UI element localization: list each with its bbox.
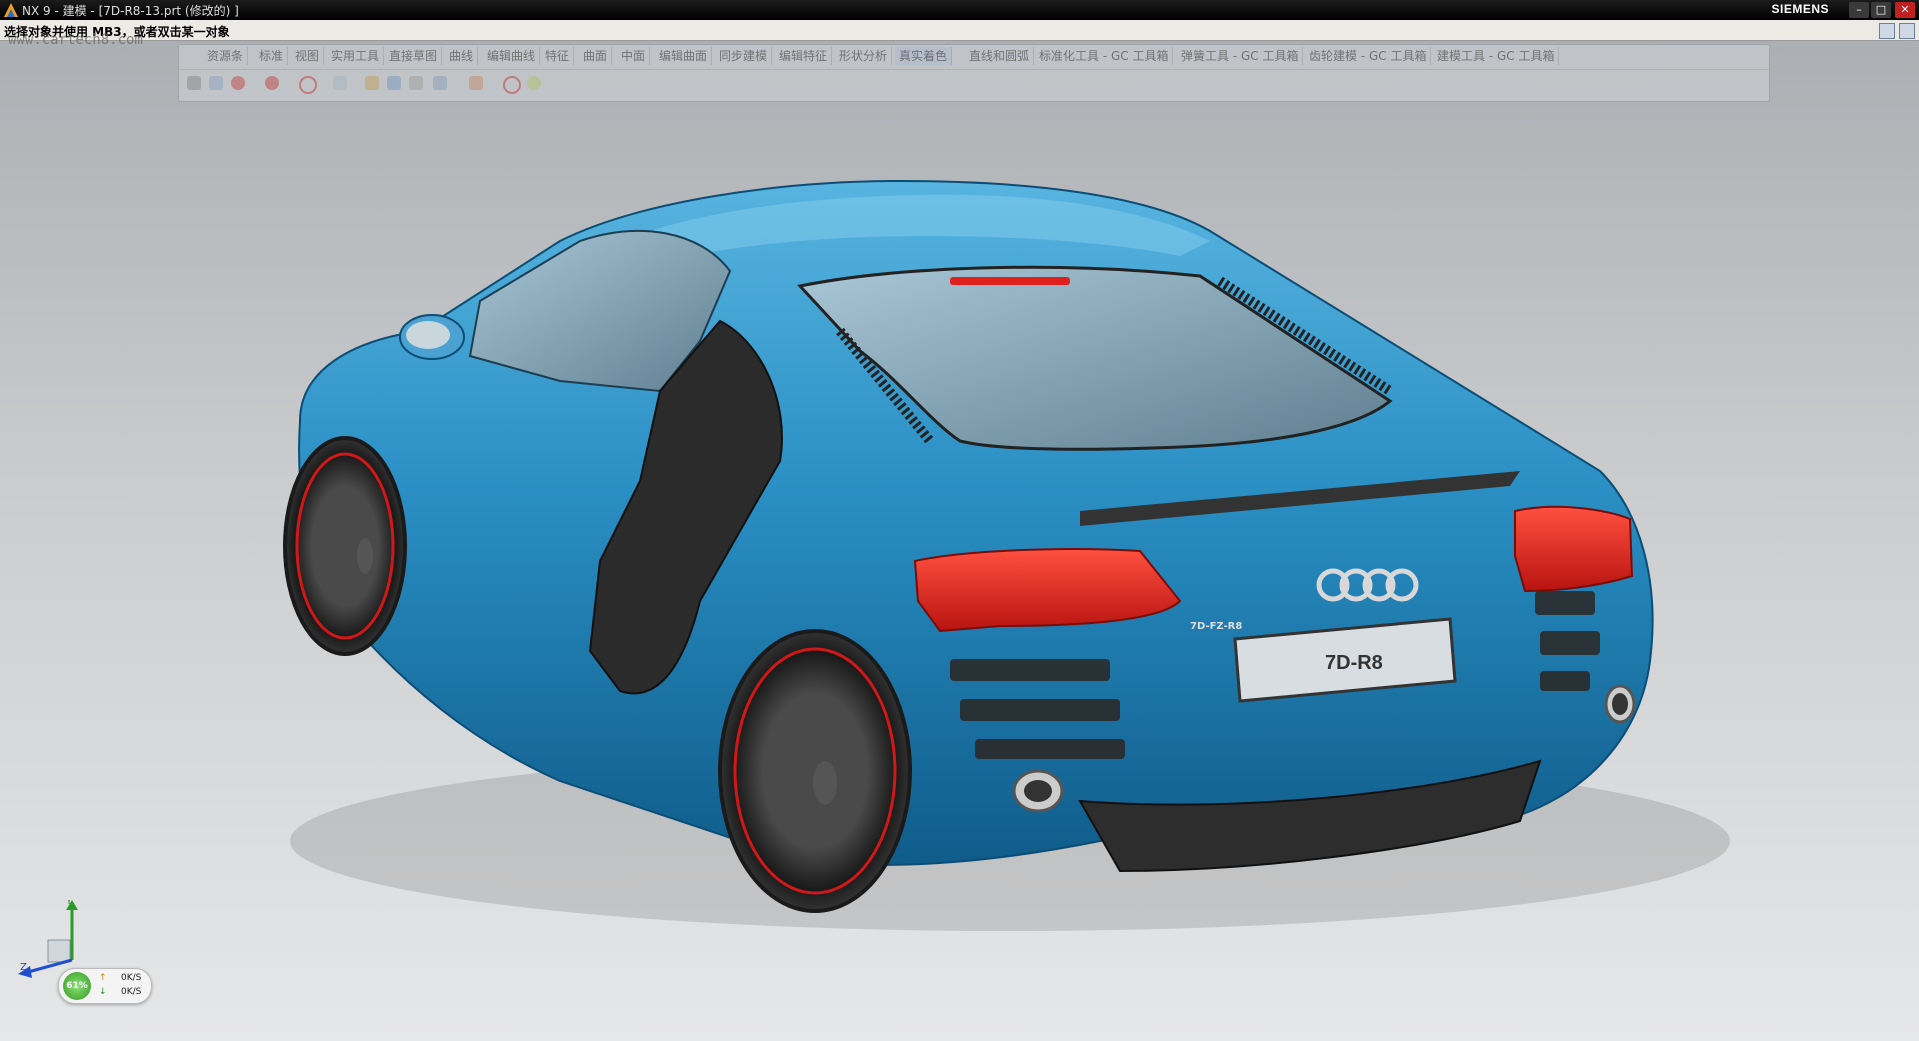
tab-feature[interactable]: 特征 xyxy=(541,47,575,65)
ribbon-toolbar: 资源条 标准 视图 实用工具 直接草图 曲线 编辑曲线 特征 曲面 中面 编辑曲… xyxy=(178,44,1770,102)
upload-rate: 0K/S xyxy=(121,973,142,983)
graphics-viewport[interactable]: 7D-FZ-R8 7D-R8 xyxy=(0,41,1919,1041)
edit-icon[interactable] xyxy=(365,76,379,90)
texture-icon[interactable] xyxy=(469,76,483,90)
tab-curve[interactable]: 曲线 xyxy=(445,47,479,65)
network-monitor: 61% ↑ ↓ 0K/S 0K/S xyxy=(58,968,152,1004)
tab-shape-analysis[interactable]: 形状分析 xyxy=(835,47,893,65)
tab-spring-tools[interactable]: 弹簧工具 - GC 工具箱 xyxy=(1177,47,1304,65)
window-title: NX 9 - 建模 - [7D-R8-13.prt (修改的) ] xyxy=(22,4,239,18)
panel-toggle-icon[interactable] xyxy=(1879,23,1895,39)
minimize-button[interactable]: – xyxy=(1849,2,1869,18)
gear-icon[interactable] xyxy=(187,76,201,90)
window-titlebar: NX 9 - 建模 - [7D-R8-13.prt (修改的) ] SIEMEN… xyxy=(0,0,1919,20)
tab-edit-feature[interactable]: 编辑特征 xyxy=(775,47,833,65)
rear-wheel xyxy=(718,629,912,913)
tab-surface[interactable]: 曲面 xyxy=(579,47,613,65)
nx-app-icon xyxy=(4,3,18,17)
ribbon-tabs: 资源条 标准 视图 实用工具 直接草图 曲线 编辑曲线 特征 曲面 中面 编辑曲… xyxy=(179,45,1769,67)
preview-icon[interactable] xyxy=(527,76,541,90)
ribbon-tool-row xyxy=(179,69,1769,98)
tab-standardization-tools[interactable]: 标准化工具 - GC 工具箱 xyxy=(1035,47,1174,65)
tab-gear-modeling[interactable]: 齿轮建模 - GC 工具箱 xyxy=(1305,47,1432,65)
fullscreen-icon[interactable] xyxy=(1899,23,1915,39)
tab-true-shading[interactable]: 真实着色 xyxy=(895,47,953,65)
status-prompt-bar: 选择对象并使用 MB3，或者双击某一对象 www.cartech8.com xyxy=(0,20,1919,48)
tab-modeling-tools[interactable]: 建模工具 - GC 工具箱 xyxy=(1433,47,1560,65)
light-icon[interactable] xyxy=(387,76,401,90)
tab-standard[interactable]: 标准 xyxy=(255,47,289,65)
download-rate: 0K/S xyxy=(121,987,142,997)
download-arrow-icon: ↓ xyxy=(99,987,107,997)
cancel-icon[interactable] xyxy=(299,76,317,94)
material-icon[interactable] xyxy=(231,76,245,90)
siemens-logo: SIEMENS xyxy=(1771,2,1829,16)
maximize-button[interactable]: □ xyxy=(1871,2,1891,18)
camera-icon[interactable] xyxy=(433,76,447,90)
triad-y-label: Y xyxy=(65,900,73,907)
car-model[interactable]: 7D-FZ-R8 7D-R8 xyxy=(0,41,1919,1041)
upload-arrow-icon: ↑ xyxy=(99,973,107,983)
tab-utilities[interactable]: 实用工具 xyxy=(327,47,385,65)
stop-icon[interactable] xyxy=(503,76,521,94)
right-taillight xyxy=(1514,505,1634,593)
front-wheel xyxy=(283,436,407,656)
tab-resource-bar[interactable]: 资源条 xyxy=(203,47,249,65)
scene-icon[interactable] xyxy=(409,76,423,90)
close-button[interactable]: ✕ xyxy=(1895,2,1915,18)
background-icon[interactable] xyxy=(333,76,347,90)
color-icon[interactable] xyxy=(265,76,279,90)
tab-lines-arcs[interactable]: 直线和圆弧 xyxy=(965,47,1035,65)
triad-z-label: Z xyxy=(20,962,27,973)
model-badge: 7D-FZ-R8 xyxy=(1190,621,1242,632)
usage-gauge: 61% xyxy=(63,972,91,1000)
tab-view[interactable]: 视图 xyxy=(291,47,325,65)
tab-midsurface[interactable]: 中面 xyxy=(617,47,651,65)
tab-edit-surface[interactable]: 编辑曲面 xyxy=(655,47,713,65)
tab-synchronous-modeling[interactable]: 同步建模 xyxy=(715,47,773,65)
tab-direct-sketch[interactable]: 直接草图 xyxy=(385,47,443,65)
tab-edit-curve[interactable]: 编辑曲线 xyxy=(483,47,541,65)
render-icon[interactable] xyxy=(209,76,223,90)
license-plate-text: 7D-R8 xyxy=(1325,652,1383,674)
